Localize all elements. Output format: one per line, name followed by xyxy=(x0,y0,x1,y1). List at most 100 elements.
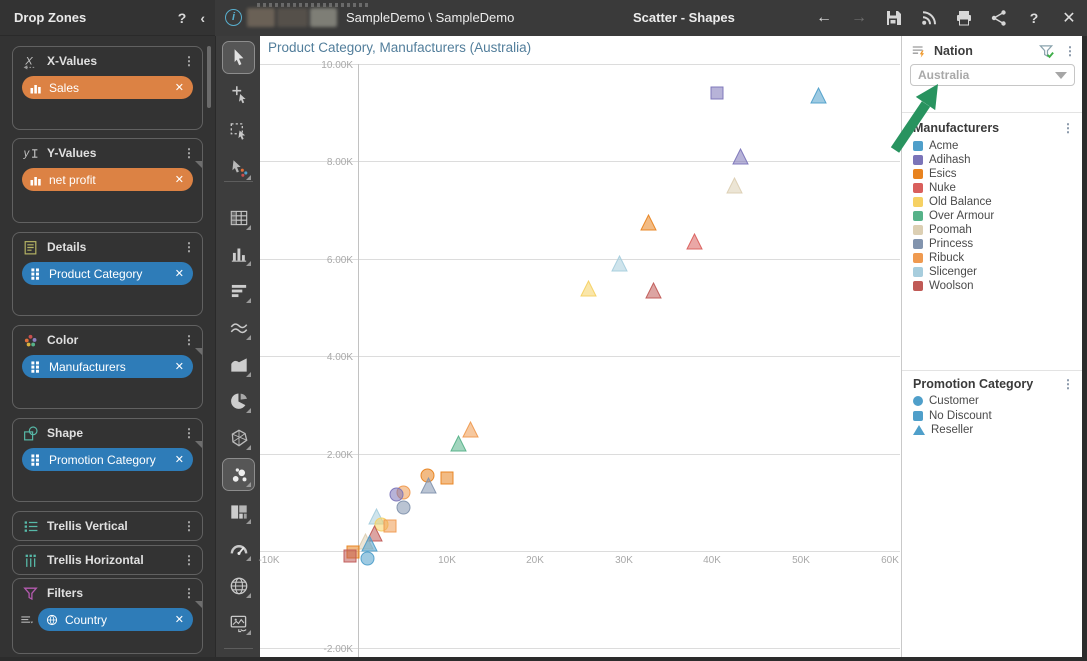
highlight-select-tool[interactable] xyxy=(223,152,254,183)
scatter-point[interactable] xyxy=(710,86,724,100)
legend-item-ribuck[interactable]: Ribuck xyxy=(913,251,1078,265)
legend-item-customer[interactable]: Customer xyxy=(913,394,1078,409)
legend-item-slicenger[interactable]: Slicenger xyxy=(913,265,1078,279)
marquee-select-tool[interactable] xyxy=(223,115,254,146)
grid-view-tool[interactable] xyxy=(223,202,254,233)
promotion-kebab-menu-icon[interactable]: ⋮ xyxy=(1062,378,1074,390)
info-icon[interactable]: i xyxy=(225,9,242,26)
drop-zone-header: X X-Values ⋮ xyxy=(13,47,202,73)
filter-lines-icon[interactable] xyxy=(19,613,35,627)
legend-item-no-discount[interactable]: No Discount xyxy=(913,409,1078,424)
scatter-point[interactable] xyxy=(686,233,703,250)
legend-item-woolson[interactable]: Woolson xyxy=(913,279,1078,293)
remove-pill-icon[interactable]: ✕ xyxy=(175,173,184,186)
pill-label: net profit xyxy=(49,172,96,187)
pill-promotion-category[interactable]: Promotion Category ✕ xyxy=(22,448,193,471)
line-chart-tool[interactable] xyxy=(223,312,254,343)
pill-manufacturers[interactable]: Manufacturers ✕ xyxy=(22,355,193,378)
map-chart-tool[interactable] xyxy=(223,570,254,601)
remove-pill-icon[interactable]: ✕ xyxy=(175,613,184,626)
kebab-menu-icon[interactable]: ⋮ xyxy=(183,554,195,566)
scatter-point[interactable] xyxy=(450,435,467,452)
area-chart-tool[interactable] xyxy=(223,349,254,380)
remove-pill-icon[interactable]: ✕ xyxy=(175,267,184,280)
kebab-menu-icon[interactable]: ⋮ xyxy=(183,520,195,532)
scatter-point[interactable] xyxy=(810,87,827,104)
scatter-point[interactable] xyxy=(732,148,749,165)
save-icon[interactable] xyxy=(884,8,904,28)
pill-sales[interactable]: Sales ✕ xyxy=(22,76,193,99)
drop-zone-filters[interactable]: Filters ⋮ Country ✕ xyxy=(12,578,203,654)
feed-icon[interactable] xyxy=(919,8,939,28)
scatter-point[interactable] xyxy=(645,282,662,299)
legend-item-princess[interactable]: Princess xyxy=(913,237,1078,251)
kebab-menu-icon[interactable]: ⋮ xyxy=(183,55,195,67)
scatter-point[interactable] xyxy=(420,477,437,494)
drop-zone-y-values[interactable]: y Y-Values ⋮ net profit ✕ xyxy=(12,138,203,223)
nation-kebab-menu-icon[interactable]: ⋮ xyxy=(1064,45,1076,57)
manufacturers-kebab-menu-icon[interactable]: ⋮ xyxy=(1062,122,1074,134)
scatter-point[interactable] xyxy=(383,519,397,533)
scatter-point[interactable] xyxy=(440,471,454,485)
scatter-point[interactable] xyxy=(580,280,597,297)
kebab-menu-icon[interactable]: ⋮ xyxy=(183,587,195,599)
scatter-point[interactable] xyxy=(396,500,411,515)
panel-scrollbar[interactable] xyxy=(207,46,211,108)
legend-item-reseller[interactable]: Reseller xyxy=(913,423,1078,438)
drop-zone-color[interactable]: Color ⋮ Manufacturers ✕ xyxy=(12,325,203,409)
bar-chart-tool[interactable] xyxy=(223,275,254,306)
kebab-menu-icon[interactable]: ⋮ xyxy=(183,427,195,439)
drop-zone-trellis-horizontal[interactable]: Trellis Horizontal ⋮ xyxy=(12,545,203,575)
kebab-menu-icon[interactable]: ⋮ xyxy=(183,147,195,159)
pill-net-profit[interactable]: net profit ✕ xyxy=(22,168,193,191)
scatter-point[interactable] xyxy=(360,551,375,566)
scatter-point[interactable] xyxy=(640,214,657,231)
back-icon[interactable]: ← xyxy=(814,8,834,28)
treemap-chart-tool[interactable] xyxy=(223,496,254,527)
legend-label: Princess xyxy=(929,238,974,250)
radar-chart-tool[interactable] xyxy=(223,422,254,453)
share-icon[interactable] xyxy=(989,8,1009,28)
x-axis-tick-label: 40K xyxy=(703,555,721,566)
nation-dropdown[interactable]: Australia xyxy=(910,64,1075,86)
legend-item-old-balance[interactable]: Old Balance xyxy=(913,195,1078,209)
drop-zone-trellis-vertical[interactable]: Trellis Vertical ⋮ xyxy=(12,511,203,541)
drop-zone-x-values[interactable]: X X-Values ⋮ Sales ✕ xyxy=(12,46,203,130)
scatter-plot[interactable]: 10.00K 8.00K 6.00K 4.00K 2.00K -2.00K -10K 10K 2… xyxy=(258,36,901,657)
pointer-tool[interactable] xyxy=(222,41,255,74)
pie-chart-tool[interactable] xyxy=(223,385,254,416)
scatter-point[interactable] xyxy=(726,177,743,194)
panel-collapse-icon[interactable]: ‹ xyxy=(200,10,205,26)
legend-item-acme[interactable]: Acme xyxy=(913,139,1078,153)
scatter-chart-tool[interactable] xyxy=(222,458,255,491)
pill-product-category[interactable]: Product Category ✕ xyxy=(22,262,193,285)
legend-item-esics[interactable]: Esics xyxy=(913,167,1078,181)
panel-resize-handle[interactable] xyxy=(257,3,369,7)
legend-item-adihash[interactable]: Adihash xyxy=(913,153,1078,167)
legend-item-over-armour[interactable]: Over Armour xyxy=(913,209,1078,223)
scatter-point[interactable] xyxy=(611,255,628,272)
scatter-point[interactable] xyxy=(361,535,378,552)
filter-applied-icon[interactable] xyxy=(1038,43,1056,60)
forward-icon[interactable]: → xyxy=(849,8,869,28)
panel-help-icon[interactable]: ? xyxy=(178,10,187,26)
close-icon[interactable]: ✕ xyxy=(1059,8,1079,28)
drop-zone-shape[interactable]: Shape ⋮ Promotion Category ✕ xyxy=(12,418,203,502)
remove-pill-icon[interactable]: ✕ xyxy=(175,453,184,466)
remove-pill-icon[interactable]: ✕ xyxy=(175,360,184,373)
print-icon[interactable] xyxy=(954,8,974,28)
help-icon[interactable]: ? xyxy=(1024,8,1044,28)
column-chart-tool[interactable] xyxy=(223,238,254,269)
kebab-menu-icon[interactable]: ⋮ xyxy=(183,334,195,346)
legend-item-poomah[interactable]: Poomah xyxy=(913,223,1078,237)
drop-zone-details[interactable]: Details ⋮ Product Category ✕ xyxy=(12,232,203,316)
legend-label: Reseller xyxy=(931,424,974,437)
kebab-menu-icon[interactable]: ⋮ xyxy=(183,241,195,253)
image-tool[interactable] xyxy=(223,607,254,638)
legend-item-nuke[interactable]: Nuke xyxy=(913,181,1078,195)
legend-label: No Discount xyxy=(929,409,992,422)
remove-pill-icon[interactable]: ✕ xyxy=(175,81,184,94)
scatter-point[interactable] xyxy=(343,549,357,563)
pill-country[interactable]: Country ✕ xyxy=(38,608,193,631)
point-select-tool[interactable] xyxy=(223,78,254,109)
